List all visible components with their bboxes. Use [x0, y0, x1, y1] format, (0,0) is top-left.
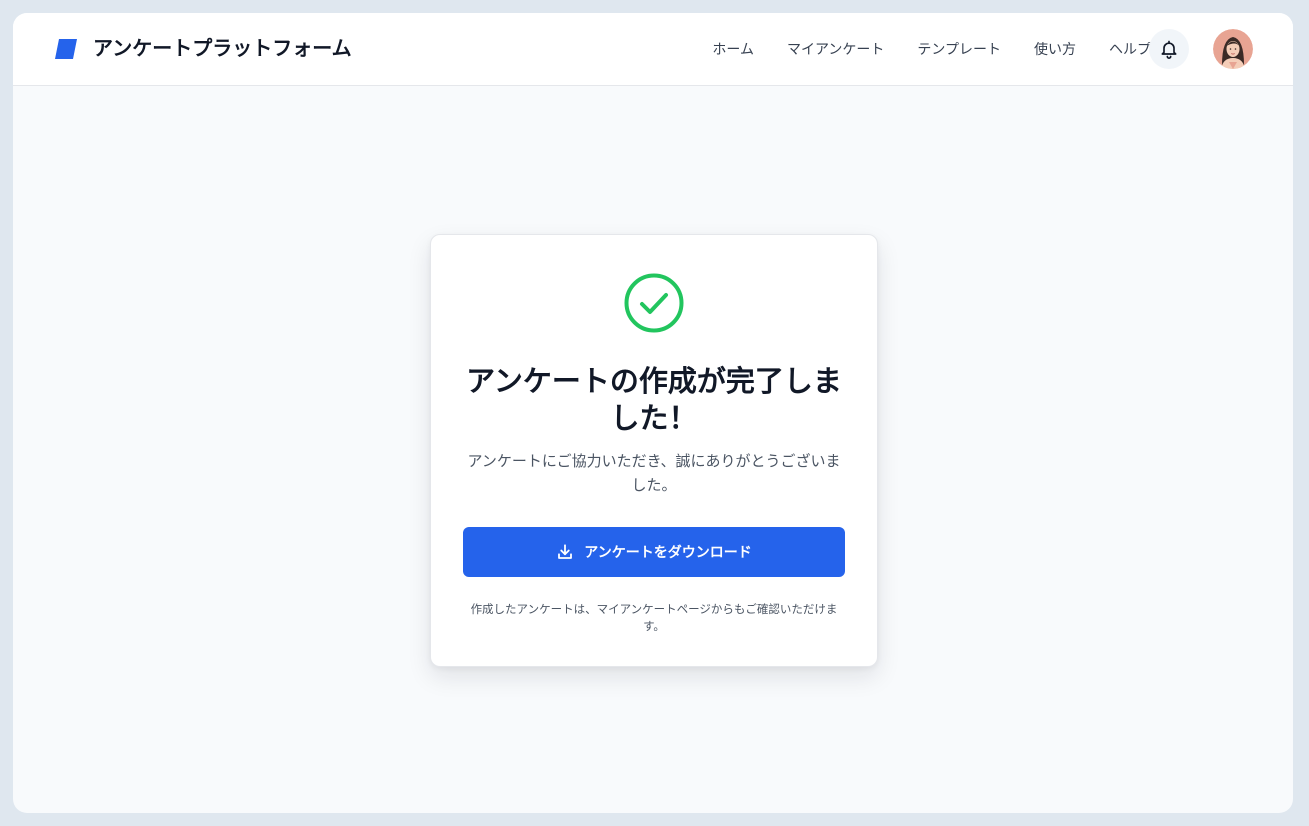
main-nav: ホーム マイアンケート テンプレート 使い方 ヘルプ [712, 39, 1151, 61]
success-card: アンケートの作成が完了しました！ アンケートにご協力いただき、誠にありがとうござ… [430, 234, 878, 667]
success-title: アンケートの作成が完了しました！ [466, 364, 842, 435]
nav-item-home[interactable]: ホーム [712, 39, 754, 61]
nav-item-how-to[interactable]: 使い方 [1034, 39, 1076, 61]
logo-icon [55, 39, 77, 59]
avatar-image [1213, 29, 1253, 69]
user-avatar[interactable] [1213, 29, 1253, 69]
top-header: アンケートプラットフォーム ホーム マイアンケート テンプレート 使い方 ヘルプ [13, 13, 1293, 86]
brand-name: アンケートプラットフォーム [93, 36, 352, 60]
nav-item-my-surveys[interactable]: マイアンケート [787, 39, 884, 61]
nav-item-templates[interactable]: テンプレート [917, 39, 1001, 61]
download-icon [558, 544, 573, 559]
nav-item-help[interactable]: ヘルプ [1109, 39, 1151, 61]
bell-icon [1161, 40, 1177, 59]
download-button-label: アンケートをダウンロード [584, 545, 752, 561]
app-window: アンケートプラットフォーム ホーム マイアンケート テンプレート 使い方 ヘルプ [13, 13, 1293, 813]
thank-you-message: アンケートにご協力いただき、誠にありがとうございました。 [467, 452, 841, 494]
notifications-button[interactable] [1149, 29, 1189, 69]
my-surveys-note: 作成したアンケートは、マイアンケートページからもご確認いただけます。 [470, 602, 838, 633]
check-circle-icon [624, 273, 684, 333]
download-survey-button[interactable]: アンケートをダウンロード [463, 527, 845, 577]
